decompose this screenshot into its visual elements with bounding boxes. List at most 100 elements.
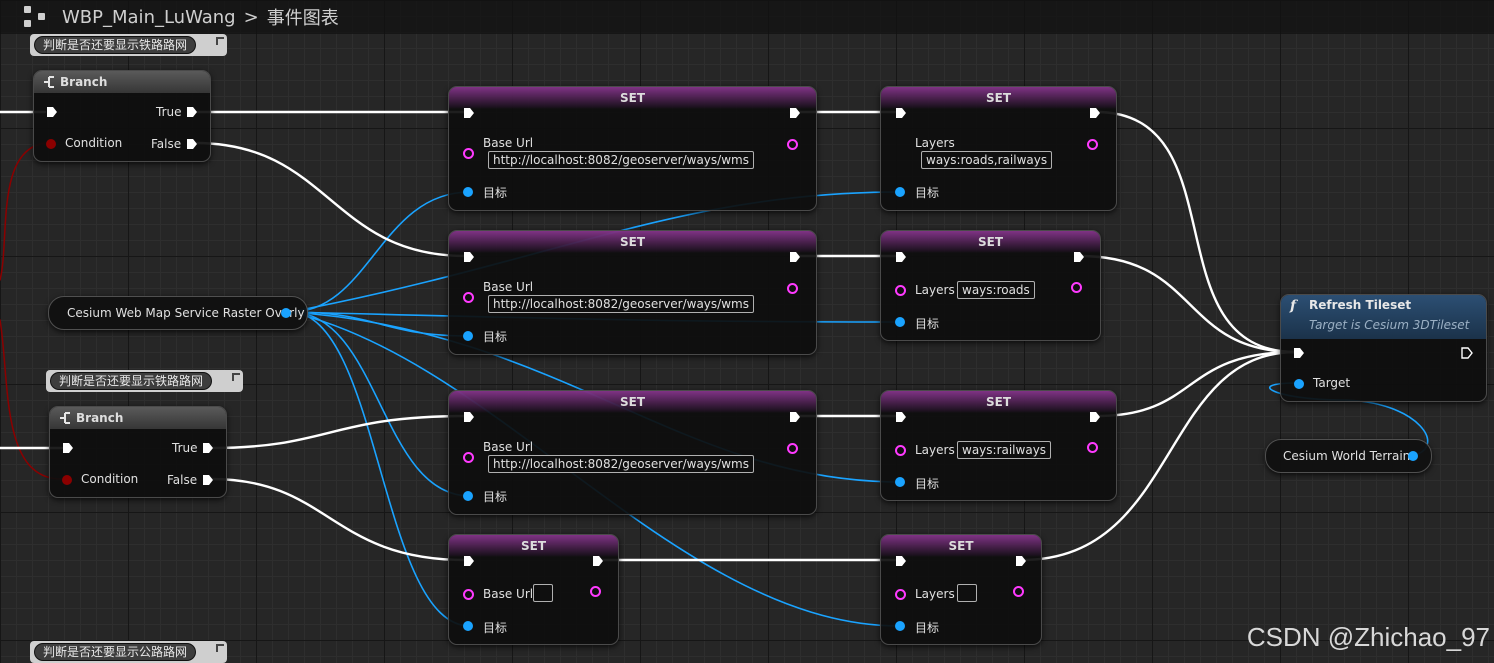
comment-corner-icon bbox=[232, 373, 240, 381]
exec-in-pin[interactable] bbox=[895, 251, 907, 263]
condition-pin[interactable] bbox=[46, 139, 56, 149]
string-in-pin[interactable] bbox=[895, 285, 906, 296]
exec-out-pin[interactable] bbox=[1461, 347, 1473, 359]
refresh-tileset-node[interactable]: f Refresh Tileset Target is Cesium 3DTil… bbox=[1280, 294, 1487, 402]
exec-out-pin[interactable] bbox=[592, 555, 604, 567]
target-label: 目标 bbox=[915, 317, 940, 331]
object-out-pin[interactable] bbox=[281, 308, 291, 318]
watermark: CSDN @Zhichao_97 bbox=[1246, 622, 1490, 652]
set-baseurl-node-1[interactable]: SET Base Url http://localhost:8082/geose… bbox=[448, 86, 817, 211]
layers-input[interactable]: ways:railways bbox=[957, 441, 1052, 459]
layers-input[interactable]: ways:roads,railways bbox=[921, 151, 1053, 169]
target-pin[interactable] bbox=[463, 491, 473, 501]
set-baseurl-node-4[interactable]: SET Base Url 目标 bbox=[448, 534, 619, 645]
set-header: SET bbox=[881, 87, 1116, 109]
target-pin[interactable] bbox=[463, 331, 473, 341]
exec-out-pin[interactable] bbox=[789, 411, 801, 423]
branch-node-1[interactable]: Branch True Condition False bbox=[33, 70, 211, 162]
string-in-pin[interactable] bbox=[463, 589, 474, 600]
string-in-pin[interactable] bbox=[895, 589, 906, 600]
exec-out-pin[interactable] bbox=[1015, 555, 1027, 567]
exec-true-pin[interactable] bbox=[202, 442, 214, 454]
graph-breadcrumb-bar: WBP_Main_LuWang > 事件图表 bbox=[0, 0, 1494, 34]
set-baseurl-node-3[interactable]: SET Base Url http://localhost:8082/geose… bbox=[448, 390, 817, 515]
exec-in-pin[interactable] bbox=[463, 555, 475, 567]
layers-input[interactable] bbox=[957, 584, 977, 602]
exec-in-pin[interactable] bbox=[895, 107, 907, 119]
exec-out-pin[interactable] bbox=[1089, 107, 1101, 119]
exec-in-pin[interactable] bbox=[62, 442, 74, 454]
condition-label: Condition bbox=[81, 472, 139, 486]
target-pin[interactable] bbox=[895, 477, 905, 487]
baseurl-input[interactable]: http://localhost:8082/geoserver/ways/wms bbox=[488, 151, 754, 169]
target-pin[interactable] bbox=[895, 187, 905, 197]
set-header: SET bbox=[881, 231, 1100, 253]
target-pin[interactable] bbox=[895, 317, 905, 327]
exec-in-pin[interactable] bbox=[1293, 347, 1305, 359]
baseurl-input[interactable]: http://localhost:8082/geoserver/ways/wms bbox=[488, 295, 754, 313]
target-label: 目标 bbox=[483, 330, 508, 344]
branch-header: Branch bbox=[34, 71, 210, 93]
string-in-pin[interactable] bbox=[463, 292, 474, 303]
set-baseurl-node-2[interactable]: SET Base Url http://localhost:8082/geose… bbox=[448, 230, 817, 355]
string-out-pin[interactable] bbox=[787, 443, 798, 454]
comment-text: 判断是否还要显示公路路网 bbox=[34, 643, 197, 661]
string-in-pin[interactable] bbox=[895, 445, 906, 456]
baseurl-input[interactable] bbox=[533, 584, 553, 602]
set-layers-node-1[interactable]: SET Layers ways:roads,railways 目标 bbox=[880, 86, 1117, 211]
set-layers-node-2[interactable]: SET Layers ways:roads 目标 bbox=[880, 230, 1101, 341]
exec-in-pin[interactable] bbox=[463, 251, 475, 263]
baseurl-input[interactable]: http://localhost:8082/geoserver/ways/wms bbox=[488, 455, 754, 473]
string-out-pin[interactable] bbox=[1013, 586, 1024, 597]
comment-road[interactable]: 判断是否还要显示公路路网 bbox=[30, 641, 227, 663]
string-in-pin[interactable] bbox=[463, 452, 474, 463]
exec-out-pin[interactable] bbox=[1089, 411, 1101, 423]
field-label: Layers bbox=[915, 587, 955, 601]
set-layers-node-4[interactable]: SET Layers 目标 bbox=[880, 534, 1042, 645]
set-header: SET bbox=[449, 391, 816, 413]
exec-false-pin[interactable] bbox=[186, 138, 198, 150]
object-out-pin[interactable] bbox=[1408, 451, 1418, 461]
branch-title: Branch bbox=[76, 411, 124, 425]
string-in-pin[interactable] bbox=[463, 148, 474, 159]
exec-out-pin[interactable] bbox=[1073, 251, 1085, 263]
layers-input[interactable]: ways:roads bbox=[957, 281, 1035, 299]
exec-out-pin[interactable] bbox=[789, 251, 801, 263]
exec-true-pin[interactable] bbox=[186, 106, 198, 118]
branch-node-2[interactable]: Branch True Condition False bbox=[49, 406, 227, 498]
field-label: Layers bbox=[915, 283, 955, 297]
target-pin[interactable] bbox=[463, 187, 473, 197]
string-out-pin[interactable] bbox=[787, 283, 798, 294]
variable-label: Cesium World Terrain bbox=[1283, 449, 1411, 463]
string-out-pin[interactable] bbox=[787, 139, 798, 150]
exec-in-pin[interactable] bbox=[463, 411, 475, 423]
target-label: 目标 bbox=[483, 186, 508, 200]
condition-pin[interactable] bbox=[62, 475, 72, 485]
exec-in-pin[interactable] bbox=[46, 106, 58, 118]
set-layers-node-3[interactable]: SET Layers ways:railways 目标 bbox=[880, 390, 1117, 501]
exec-in-pin[interactable] bbox=[895, 411, 907, 423]
string-out-pin[interactable] bbox=[1087, 442, 1098, 453]
true-label: True bbox=[156, 105, 182, 119]
target-pin[interactable] bbox=[1294, 379, 1304, 389]
target-pin[interactable] bbox=[463, 621, 473, 631]
variable-wms-overlay[interactable]: Cesium Web Map Service Raster Overly bbox=[48, 296, 308, 330]
string-out-pin[interactable] bbox=[1071, 282, 1082, 293]
comment-railway-1[interactable]: 判断是否还要显示铁路路网 bbox=[30, 34, 227, 56]
target-pin[interactable] bbox=[895, 621, 905, 631]
set-header: SET bbox=[881, 391, 1116, 413]
string-out-pin[interactable] bbox=[590, 586, 601, 597]
exec-out-pin[interactable] bbox=[789, 107, 801, 119]
comment-railway-2[interactable]: 判断是否还要显示铁路路网 bbox=[46, 370, 243, 392]
false-label: False bbox=[167, 473, 198, 487]
target-label: 目标 bbox=[483, 621, 508, 635]
event-graph-icon bbox=[24, 6, 48, 28]
exec-in-pin[interactable] bbox=[895, 555, 907, 567]
variable-world-terrain[interactable]: Cesium World Terrain bbox=[1265, 439, 1432, 473]
exec-in-pin[interactable] bbox=[463, 107, 475, 119]
breadcrumb-blueprint[interactable]: WBP_Main_LuWang bbox=[62, 7, 236, 28]
target-label: 目标 bbox=[915, 186, 940, 200]
breadcrumb-graph[interactable]: 事件图表 bbox=[267, 4, 339, 30]
string-out-pin[interactable] bbox=[1087, 139, 1098, 150]
exec-false-pin[interactable] bbox=[202, 474, 214, 486]
